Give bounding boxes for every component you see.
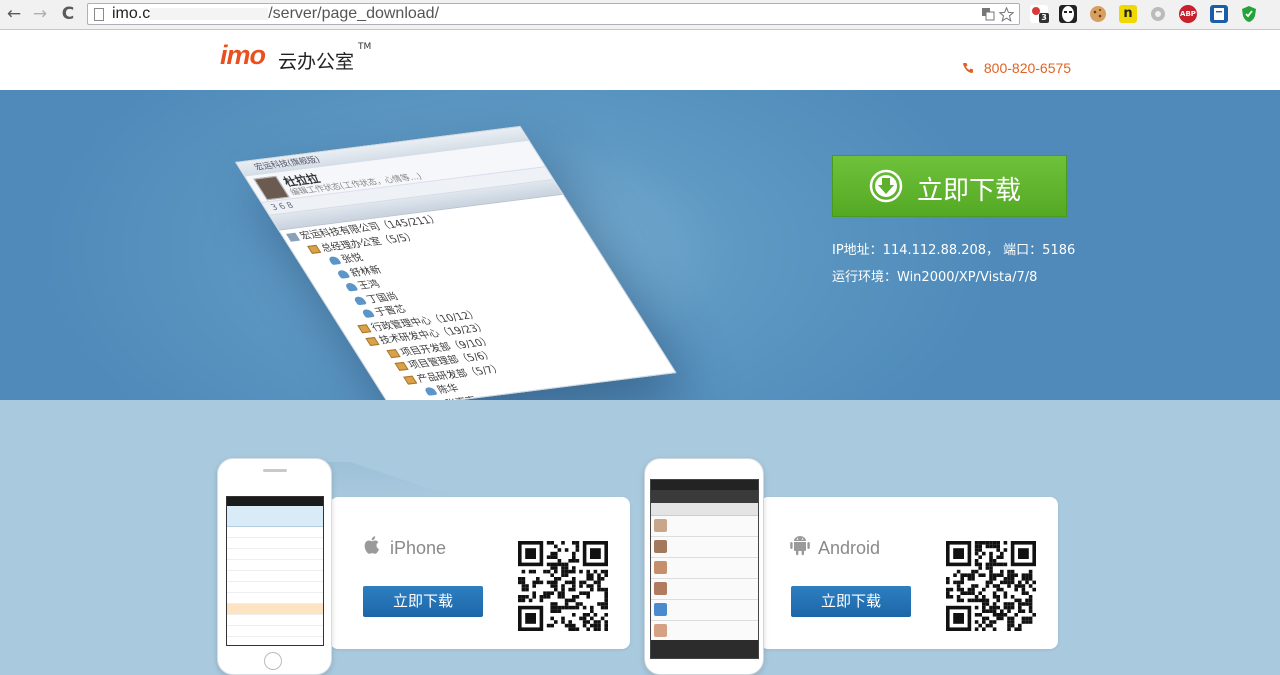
download-android-button[interactable]: 立即下载 — [791, 586, 911, 617]
system-requirements-text: 运行环境：Win2000/XP/Vista/7/8 — [832, 270, 1038, 285]
shield-extension-icon[interactable] — [1240, 5, 1258, 23]
folder-icon — [365, 336, 380, 346]
forward-button[interactable]: → — [30, 4, 50, 24]
person-icon — [344, 282, 359, 292]
mask-extension-icon[interactable] — [1059, 5, 1077, 23]
back-button[interactable]: ← — [4, 4, 24, 24]
logo-wordmark: imo — [220, 40, 266, 70]
person-icon — [335, 269, 351, 279]
iphone-screen — [226, 496, 324, 646]
tree-row-label: 王鸿 — [355, 278, 383, 292]
server-ip-text: IP地址：114.112.88.208， 端口：5186 — [832, 243, 1076, 258]
iphone-download-card: iPhone 立即下载 — [330, 497, 630, 649]
android-device — [644, 458, 764, 675]
folder-icon — [386, 348, 401, 358]
iphone-home-button — [264, 652, 282, 670]
iphone-platform: iPhone — [360, 533, 446, 559]
folder-icon — [306, 244, 321, 254]
folder-icon — [356, 323, 372, 333]
tree-row-label: 于晋芯 — [372, 303, 409, 319]
site-header: imo 云办公室 TM 800-820-6575 — [0, 30, 1280, 90]
download-pc-label: 立即下载 — [917, 176, 1022, 206]
android-icon — [790, 536, 810, 556]
iphone-label: iPhone — [390, 538, 447, 558]
folder-icon — [402, 375, 418, 385]
adblock-extension-icon[interactable]: ABP — [1179, 5, 1197, 23]
browser-toolbar: ← → C imo.c/server/page_download/ 3 n AB… — [0, 0, 1280, 30]
phone-number: 800-820-6575 — [983, 60, 1072, 76]
apple-icon — [364, 536, 379, 554]
org-icon — [286, 232, 301, 242]
window-extension-icon[interactable] — [1210, 5, 1228, 23]
android-platform: Android — [788, 533, 880, 559]
folder-icon — [394, 361, 409, 371]
globe-extension-icon[interactable] — [1149, 5, 1167, 23]
extension-badge: 3 — [1039, 13, 1049, 23]
phone-icon — [963, 63, 973, 73]
cookie-extension-icon[interactable] — [1089, 5, 1107, 23]
android-download-card: Android 立即下载 — [760, 497, 1058, 649]
android-qr-code — [946, 541, 1036, 631]
org-tree: 宏运科技有限公司（145/211） 总经理办公室（5/5） 张悦 舒林新 王鸿 丁国尚 于晋… — [279, 195, 676, 400]
logo-cn-text: 云办公室 — [278, 51, 355, 73]
android-screen — [650, 479, 759, 659]
extension-puzzle-icon[interactable]: 3 — [1030, 5, 1049, 23]
reload-button[interactable]: C — [58, 4, 78, 24]
tree-row-label: 舒林新 — [347, 264, 384, 279]
person-icon — [423, 386, 438, 396]
address-bar[interactable]: imo.c/server/page_download/ — [87, 3, 1020, 25]
phone-shadow — [320, 462, 470, 502]
download-arrow-icon — [869, 169, 903, 203]
url-text: imo.c/server/page_download/ — [112, 5, 440, 22]
bookmark-star-icon[interactable] — [997, 6, 1015, 23]
person-icon — [327, 256, 342, 266]
client-screenshot: 宏运科技(旗舰版) 杜拉拉 编辑工作状态(工作状态，心情等…) 3 6 8 宏运… — [235, 125, 795, 400]
android-label: Android — [818, 538, 881, 558]
iphone-qr-code — [518, 541, 608, 631]
hero-banner: 宏运科技(旗舰版) 杜拉拉 编辑工作状态(工作状态，心情等…) 3 6 8 宏运… — [0, 90, 1280, 400]
person-icon — [360, 308, 376, 318]
iphone-speaker — [263, 469, 287, 472]
translate-icon[interactable] — [980, 7, 996, 23]
tree-row-label: 张悦 — [339, 252, 366, 266]
page-icon — [94, 8, 104, 21]
client-window: 宏运科技(旗舰版) 杜拉拉 编辑工作状态(工作状态，心情等…) 3 6 8 宏运… — [235, 125, 677, 400]
contact-phone: 800-820-6575 — [962, 60, 1071, 76]
n-extension-icon[interactable]: n — [1119, 5, 1137, 23]
logo-trademark: TM — [358, 42, 372, 52]
download-iphone-button[interactable]: 立即下载 — [363, 586, 483, 617]
download-pc-button[interactable]: 立即下载 — [832, 155, 1067, 217]
iphone-device — [217, 458, 332, 675]
person-icon — [352, 295, 367, 305]
tree-row-label: 陈华 — [435, 382, 462, 397]
